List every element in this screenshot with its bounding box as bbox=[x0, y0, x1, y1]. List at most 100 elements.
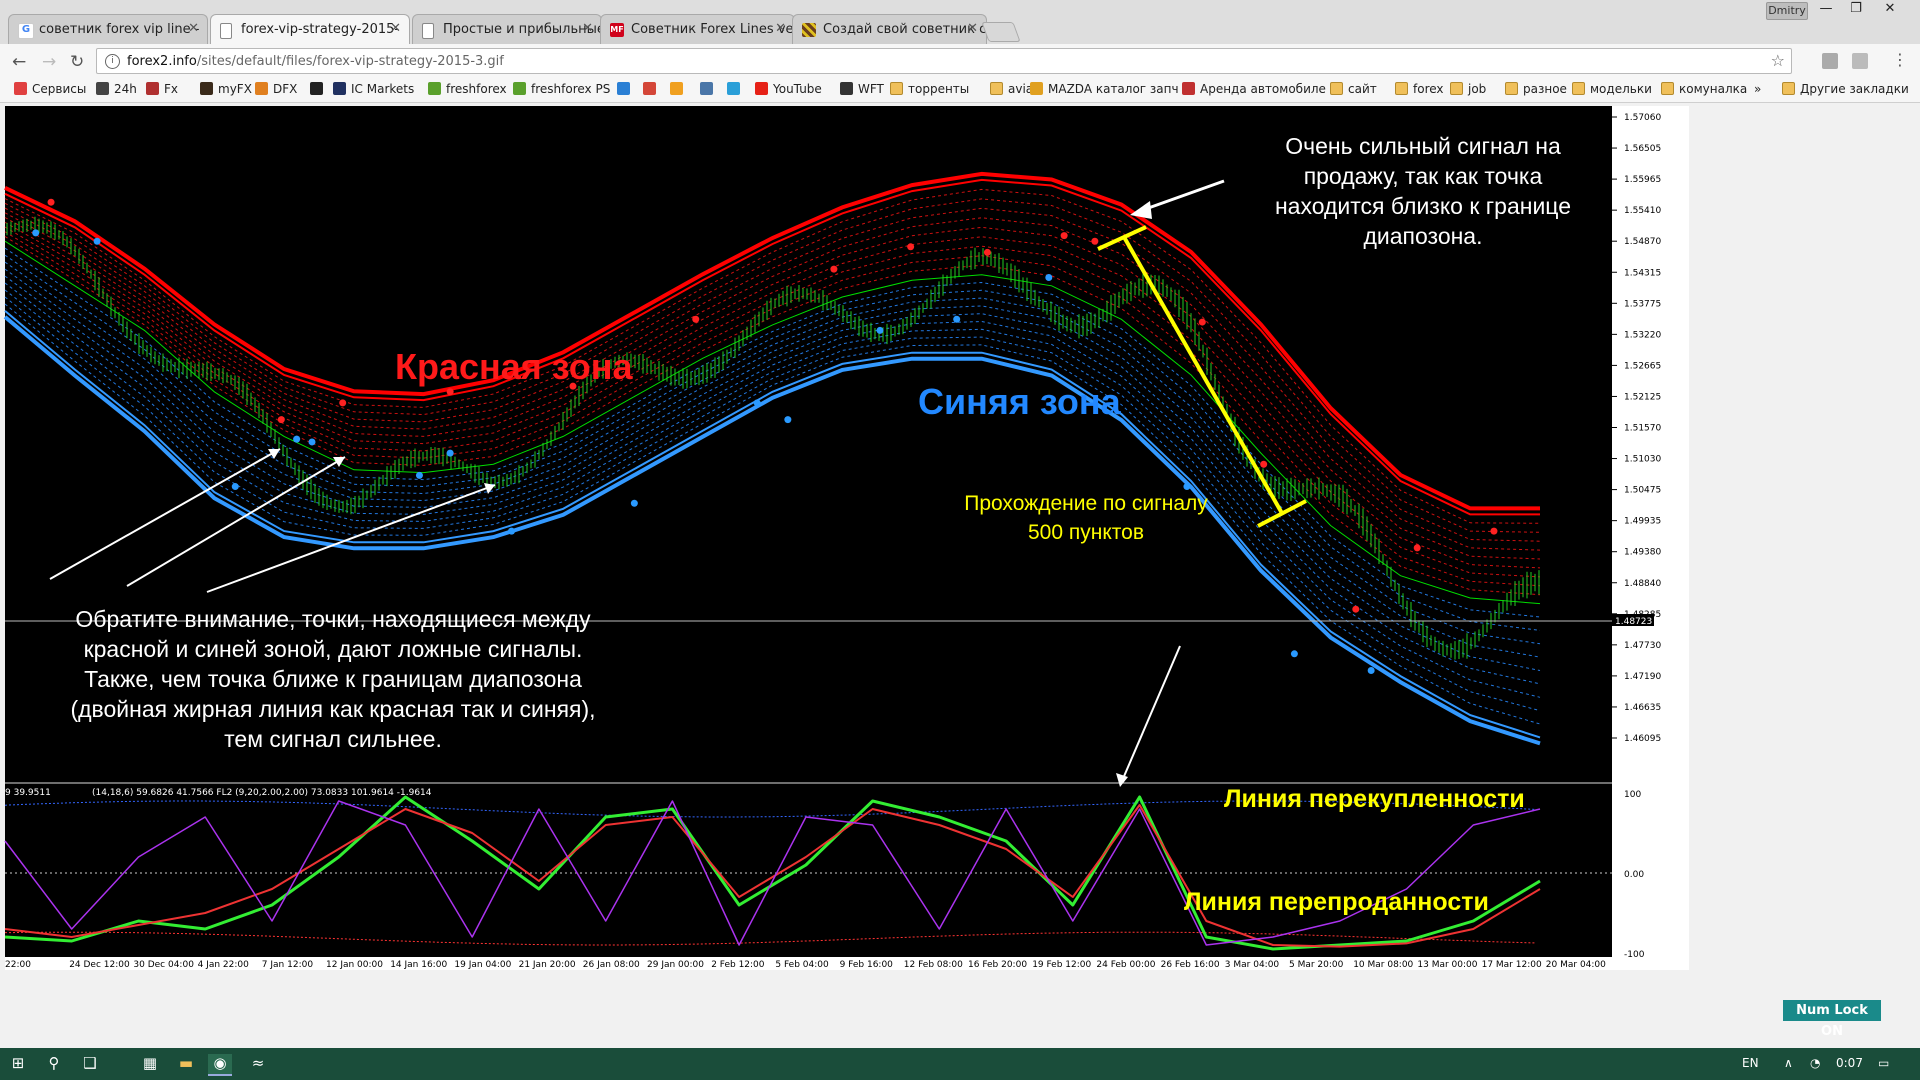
star-icon[interactable]: ☆ bbox=[1771, 51, 1785, 70]
clock[interactable]: 0:07 bbox=[1836, 1056, 1863, 1070]
bookmark-item[interactable]: freshforex PS bbox=[513, 82, 610, 96]
bookmark-item[interactable]: сайт bbox=[1330, 82, 1377, 96]
time-tick-label: 29 Jan 00:00 bbox=[647, 960, 704, 970]
taskbar: ⊞ ⚲ ❑ ▦ ▬ ◉ ≈ EN ∧ ◔ 0:07 ▭ bbox=[0, 1048, 1920, 1080]
menu-icon[interactable]: ⋮ bbox=[1892, 50, 1908, 69]
folder-icon bbox=[990, 82, 1003, 95]
minimize-icon[interactable]: — bbox=[1812, 0, 1840, 18]
url-text: forex2.info/sites/default/files/forex-vi… bbox=[127, 54, 504, 69]
site-icon: MF bbox=[610, 23, 624, 37]
site-icon bbox=[1030, 82, 1043, 95]
sell-signal-dot bbox=[446, 388, 454, 396]
time-tick-label: 4 Jan 22:00 bbox=[198, 960, 250, 970]
tab-1[interactable]: G советник forex vip line - ✕ bbox=[8, 14, 208, 44]
site-icon bbox=[802, 23, 816, 37]
bookmark-item[interactable] bbox=[617, 82, 635, 96]
bookmark-item[interactable]: Fx bbox=[146, 82, 178, 96]
bookmark-item[interactable]: freshforex bbox=[428, 82, 507, 96]
network-icon[interactable]: ◔ bbox=[1810, 1056, 1820, 1070]
bookmark-item[interactable]: MAZDA каталог запч bbox=[1030, 82, 1179, 96]
tab-2[interactable]: forex-vip-strategy-2015- ✕ bbox=[210, 14, 410, 44]
bookmark-item[interactable]: YouTube bbox=[755, 82, 822, 96]
bookmark-item[interactable]: WFT bbox=[840, 82, 884, 96]
tab-5[interactable]: Создай свой советник с ✕ bbox=[792, 14, 987, 44]
close-icon[interactable]: ✕ bbox=[582, 21, 593, 36]
oscillator-header: (14,18,6) 59.6826 41.7566 FL2 (9,20,2.00… bbox=[92, 788, 432, 798]
sell-signal-dot bbox=[1352, 605, 1360, 613]
bookmark-label: торренты bbox=[908, 82, 970, 96]
bookmark-item[interactable]: myFX bbox=[200, 82, 252, 96]
bookmark-item[interactable] bbox=[727, 82, 745, 96]
bookmarks-overflow-icon[interactable]: » bbox=[1754, 82, 1761, 96]
bookmark-label: 24h bbox=[114, 82, 137, 96]
sell-signal-dot bbox=[339, 399, 347, 407]
tab-strip: G советник forex vip line - ✕ forex-vip-… bbox=[0, 0, 1920, 44]
calculator-icon[interactable]: ▦ bbox=[138, 1054, 162, 1074]
chevron-up-icon[interactable]: ∧ bbox=[1784, 1056, 1793, 1070]
bookmark-label: freshforex PS bbox=[531, 82, 611, 96]
task-view-icon[interactable]: ❑ bbox=[78, 1054, 102, 1074]
bookmark-item[interactable]: Аренда автомобиле bbox=[1182, 82, 1326, 96]
bookmark-item[interactable]: 24h bbox=[96, 82, 137, 96]
tab-3[interactable]: Простые и прибыльные ✕ bbox=[412, 14, 602, 44]
close-icon[interactable]: ✕ bbox=[390, 21, 401, 36]
windows-start-icon[interactable]: ⊞ bbox=[6, 1054, 30, 1074]
buy-signal-dot bbox=[876, 326, 884, 334]
sell-signal-dot bbox=[692, 315, 700, 323]
file-explorer-icon[interactable]: ▬ bbox=[174, 1054, 198, 1074]
reload-icon[interactable]: ↻ bbox=[70, 52, 84, 72]
language-indicator[interactable]: EN bbox=[1742, 1056, 1759, 1070]
download-icon[interactable] bbox=[1822, 53, 1838, 69]
price-tick-label: 1.54870 bbox=[1624, 237, 1661, 247]
bookmark-item[interactable]: Сервисы bbox=[14, 82, 86, 96]
note-line: находится близко к границе bbox=[1274, 193, 1572, 219]
time-tick-label: 26 Feb 16:00 bbox=[1161, 960, 1220, 970]
sell-signal-dot bbox=[1060, 232, 1068, 240]
bookmark-label: WFT bbox=[858, 82, 884, 96]
tab-title: Советник Forex Lines ve bbox=[631, 22, 794, 37]
site-icon bbox=[146, 82, 159, 95]
search-icon[interactable]: ⚲ bbox=[42, 1054, 66, 1074]
bookmark-item[interactable] bbox=[643, 82, 661, 96]
close-icon[interactable]: ✕ bbox=[188, 21, 199, 36]
bookmark-item[interactable] bbox=[310, 82, 328, 96]
note-line: тем сигнал сильнее. bbox=[224, 726, 442, 752]
price-tick-label: 1.46635 bbox=[1624, 703, 1661, 713]
time-tick-label: 20 Mar 04:00 bbox=[1546, 960, 1606, 970]
info-icon[interactable]: i bbox=[105, 54, 120, 69]
bookmark-item[interactable] bbox=[700, 82, 718, 96]
close-icon[interactable]: ✕ bbox=[775, 21, 786, 36]
close-window-icon[interactable]: ✕ bbox=[1876, 0, 1904, 18]
restore-icon[interactable]: ❐ bbox=[1842, 0, 1870, 18]
other-bookmarks[interactable]: Другие закладки bbox=[1782, 82, 1909, 96]
bookmark-item[interactable]: модельки bbox=[1572, 82, 1652, 96]
bookmark-item[interactable] bbox=[670, 82, 688, 96]
bookmark-item[interactable]: IC Markets bbox=[333, 82, 414, 96]
new-tab-button[interactable] bbox=[981, 22, 1021, 42]
bookmark-label: сайт bbox=[1348, 82, 1377, 96]
extension-icon[interactable] bbox=[1852, 53, 1868, 69]
forward-icon[interactable]: → bbox=[42, 52, 56, 72]
time-tick-label: 13 Mar 00:00 bbox=[1417, 960, 1477, 970]
tab-title: Простые и прибыльные bbox=[443, 22, 602, 37]
bookmark-item[interactable]: forex bbox=[1395, 82, 1444, 96]
user-badge[interactable]: Dmitry bbox=[1766, 2, 1808, 20]
passage-note: Прохождение по сигналу 500 пунктов bbox=[926, 489, 1246, 547]
price-tick-label: 1.56505 bbox=[1624, 144, 1661, 154]
bookmark-item[interactable]: avia bbox=[990, 82, 1033, 96]
bookmark-item[interactable]: DFX bbox=[255, 82, 297, 96]
oversold-label: Линия перепроданности bbox=[1184, 888, 1489, 916]
price-tick-label: 1.51570 bbox=[1624, 424, 1661, 434]
bookmark-item[interactable]: разное bbox=[1505, 82, 1567, 96]
folder-icon bbox=[1505, 82, 1518, 95]
close-icon[interactable]: ✕ bbox=[967, 21, 978, 36]
notification-icon[interactable]: ▭ bbox=[1878, 1056, 1889, 1070]
bookmark-item[interactable]: торренты bbox=[890, 82, 969, 96]
address-bar[interactable]: i forex2.info/sites/default/files/forex-… bbox=[96, 48, 1792, 74]
chrome-icon[interactable]: ◉ bbox=[208, 1054, 232, 1076]
metatrader-icon[interactable]: ≈ bbox=[246, 1054, 270, 1074]
tab-4[interactable]: MF Советник Forex Lines ve ✕ bbox=[600, 14, 795, 44]
back-icon[interactable]: ← bbox=[12, 52, 26, 72]
bookmark-item[interactable]: комуналка bbox=[1661, 82, 1747, 96]
bookmark-item[interactable]: job bbox=[1450, 82, 1486, 96]
